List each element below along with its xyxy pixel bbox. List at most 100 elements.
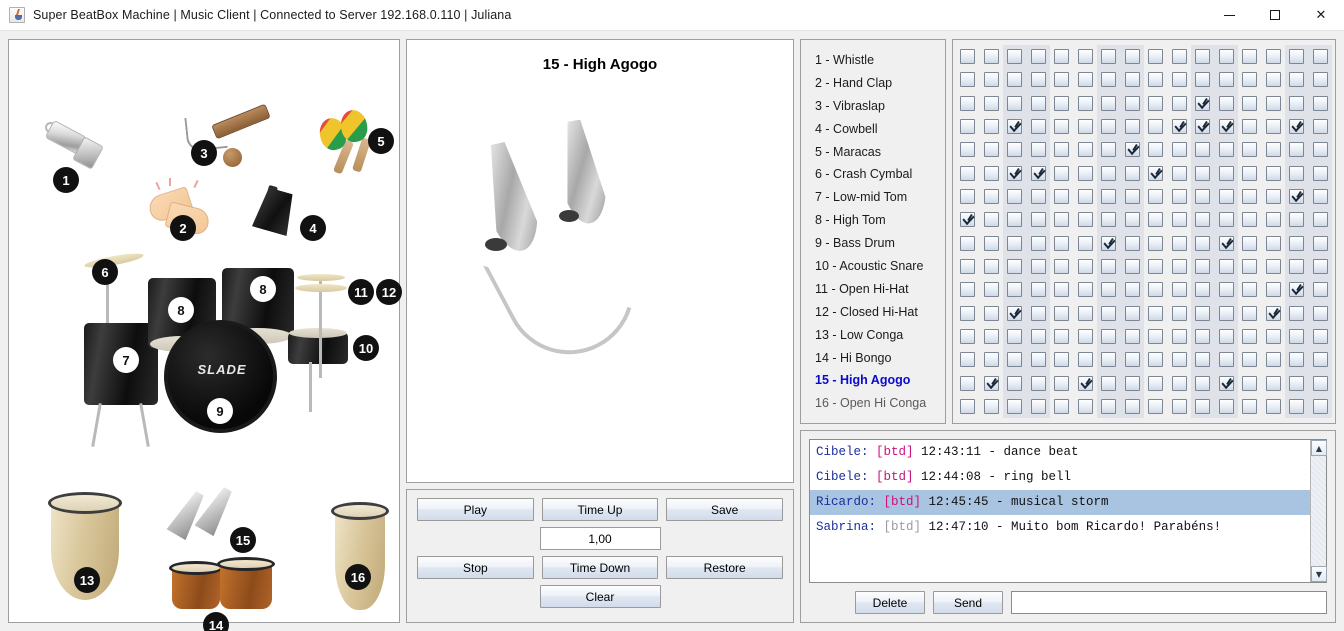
instrument-list-item-6[interactable]: 6 - Crash Cymbal (801, 163, 945, 186)
close-button[interactable]: ✕ (1298, 0, 1344, 31)
beat-cell[interactable] (1308, 324, 1332, 349)
beat-cell[interactable] (1168, 68, 1192, 91)
beat-checkbox-r3-c15[interactable] (1289, 95, 1305, 111)
beat-checkbox-r7-c9[interactable] (1148, 189, 1164, 205)
beat-cell[interactable] (1168, 92, 1192, 115)
beat-checkbox-r9-c11[interactable] (1195, 235, 1211, 251)
beat-cell[interactable] (1308, 301, 1332, 325)
beat-checkbox-r8-c14[interactable] (1265, 212, 1281, 228)
beat-checkbox-r15-c12[interactable] (1218, 375, 1234, 391)
instrument-list-item-11[interactable]: 11 - Open Hi-Hat (801, 278, 945, 301)
beat-cell[interactable] (1191, 324, 1215, 349)
beat-checkbox-r14-c16[interactable] (1312, 352, 1328, 368)
beat-cell[interactable] (1097, 184, 1121, 209)
beat-checkbox-r2-c4[interactable] (1030, 72, 1046, 88)
beat-checkbox-r14-c12[interactable] (1218, 352, 1234, 368)
beat-checkbox-r7-c6[interactable] (1077, 189, 1093, 205)
beat-checkbox-r5-c2[interactable] (983, 142, 999, 158)
beat-cell[interactable] (1026, 231, 1050, 255)
beat-checkbox-r1-c15[interactable] (1289, 49, 1305, 65)
beat-cell[interactable] (1214, 91, 1238, 115)
beat-checkbox-r15-c9[interactable] (1148, 375, 1164, 391)
beat-cell[interactable] (980, 232, 1004, 255)
beat-checkbox-r9-c10[interactable] (1171, 235, 1187, 251)
beat-checkbox-r6-c9[interactable] (1148, 165, 1164, 181)
beat-cell[interactable] (956, 301, 980, 324)
stop-button[interactable]: Stop (417, 556, 534, 579)
beat-checkbox-r6-c8[interactable] (1124, 165, 1140, 181)
beat-cell[interactable] (1026, 114, 1050, 139)
beat-cell[interactable] (956, 92, 980, 115)
beat-checkbox-r15-c4[interactable] (1030, 375, 1046, 391)
beat-cell[interactable] (1191, 184, 1215, 209)
beat-cell[interactable] (1191, 45, 1215, 69)
beat-checkbox-r12-c3[interactable] (1007, 305, 1023, 321)
beat-cell[interactable] (980, 278, 1004, 301)
beat-cell[interactable] (1285, 161, 1309, 185)
beat-checkbox-r8-c1[interactable] (960, 212, 976, 228)
beat-cell[interactable] (1074, 115, 1098, 138)
beat-cell[interactable] (1144, 138, 1168, 161)
beat-cell[interactable] (1120, 231, 1144, 255)
beat-cell[interactable] (1238, 232, 1262, 255)
chat-message-list[interactable]: Cibele: [btd] 12:43:11 - dance beat Cibel… (810, 440, 1310, 582)
beat-cell[interactable] (956, 162, 980, 185)
beat-cell[interactable] (1285, 184, 1309, 209)
beat-checkbox-r4-c8[interactable] (1124, 119, 1140, 135)
beat-checkbox-r7-c2[interactable] (983, 189, 999, 205)
beat-cell[interactable] (1308, 184, 1332, 209)
beat-cell[interactable] (1238, 208, 1262, 231)
beat-checkbox-r9-c2[interactable] (983, 235, 999, 251)
beat-checkbox-r7-c16[interactable] (1312, 189, 1328, 205)
beat-checkbox-r13-c14[interactable] (1265, 328, 1281, 344)
beat-checkbox-r7-c10[interactable] (1171, 189, 1187, 205)
beat-checkbox-r7-c5[interactable] (1054, 189, 1070, 205)
beat-cell[interactable] (1026, 254, 1050, 279)
beat-cell[interactable] (1285, 371, 1309, 395)
beat-cell[interactable] (1238, 301, 1262, 324)
beat-cell[interactable] (1003, 301, 1027, 325)
beat-cell[interactable] (1144, 255, 1168, 278)
beat-cell[interactable] (1074, 348, 1098, 371)
beat-cell[interactable] (980, 115, 1004, 138)
beat-cell[interactable] (1097, 91, 1121, 115)
beat-checkbox-r4-c5[interactable] (1054, 119, 1070, 135)
beat-cell[interactable] (1168, 162, 1192, 185)
beat-checkbox-r4-c9[interactable] (1148, 119, 1164, 135)
beat-cell[interactable] (1003, 348, 1027, 372)
beat-cell[interactable] (1238, 115, 1262, 138)
beat-checkbox-r15-c11[interactable] (1195, 375, 1211, 391)
beat-checkbox-r10-c3[interactable] (1007, 258, 1023, 274)
beat-checkbox-r3-c4[interactable] (1030, 95, 1046, 111)
beat-cell[interactable] (1074, 395, 1098, 418)
beat-checkbox-r15-c6[interactable] (1077, 375, 1093, 391)
beat-cell[interactable] (1003, 231, 1027, 255)
beat-cell[interactable] (1097, 394, 1121, 418)
beat-checkbox-r16-c4[interactable] (1030, 398, 1046, 414)
beat-checkbox-r2-c13[interactable] (1242, 72, 1258, 88)
instrument-list-item-10[interactable]: 10 - Acoustic Snare (801, 255, 945, 278)
beat-cell[interactable] (1050, 301, 1074, 324)
beat-checkbox-r12-c14[interactable] (1265, 305, 1281, 321)
beat-checkbox-r16-c12[interactable] (1218, 398, 1234, 414)
beat-checkbox-r8-c9[interactable] (1148, 212, 1164, 228)
beat-checkbox-r11-c7[interactable] (1101, 282, 1117, 298)
time-down-button[interactable]: Time Down (541, 556, 659, 579)
beat-cell[interactable] (1262, 301, 1286, 324)
beat-checkbox-r13-c10[interactable] (1171, 328, 1187, 344)
beat-cell[interactable] (980, 371, 1004, 394)
beat-cell[interactable] (1120, 278, 1144, 302)
beat-cell[interactable] (1003, 324, 1027, 349)
beat-checkbox-r10-c13[interactable] (1242, 258, 1258, 274)
beat-cell[interactable] (956, 115, 980, 138)
beat-cell[interactable] (1262, 255, 1286, 278)
beat-cell[interactable] (1262, 325, 1286, 348)
beat-checkbox-r3-c2[interactable] (983, 95, 999, 111)
beat-checkbox-r5-c7[interactable] (1101, 142, 1117, 158)
beat-checkbox-r6-c6[interactable] (1077, 165, 1093, 181)
beat-checkbox-r3-c10[interactable] (1171, 95, 1187, 111)
beat-checkbox-r15-c3[interactable] (1007, 375, 1023, 391)
beat-cell[interactable] (1050, 278, 1074, 301)
beat-cell[interactable] (1050, 325, 1074, 348)
beat-cell[interactable] (1026, 45, 1050, 69)
